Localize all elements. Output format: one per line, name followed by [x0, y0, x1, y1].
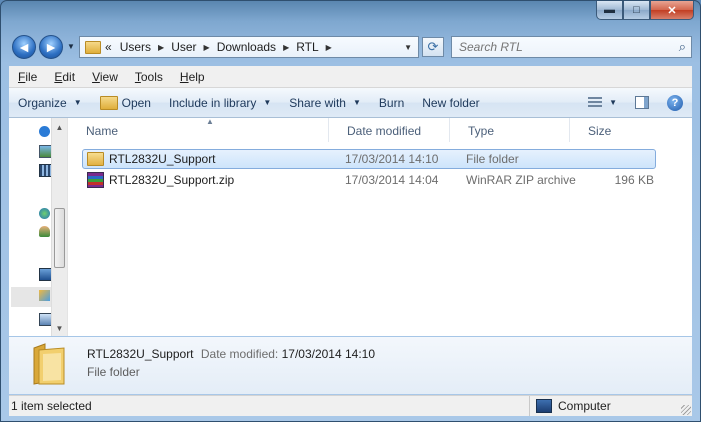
file-name-cell: RTL2832U_Support.zip [83, 172, 345, 188]
music-icon[interactable] [39, 126, 50, 137]
close-button[interactable]: ✕ [650, 1, 694, 20]
chevron-down-icon: ▼ [352, 98, 361, 107]
help-icon: ? [667, 94, 683, 111]
chevron-right-icon[interactable]: ▶ [201, 43, 213, 52]
menu-bar: File Edit View Tools Help [9, 66, 692, 88]
column-header-name[interactable]: Name [68, 118, 329, 142]
selection-status: 1 item selected [11, 399, 92, 413]
computer-icon [536, 399, 552, 413]
address-bar[interactable]: « Users ▶ User ▶ Downloads ▶ RTL ▶ ▼ [79, 36, 419, 58]
folder-icon [87, 152, 104, 166]
command-bar: Organize ▼ Open Include in library ▼ Share… [9, 88, 692, 118]
folder-icon [85, 40, 101, 54]
open-folder-icon [99, 95, 118, 110]
chevron-down-icon[interactable]: ▼ [398, 43, 418, 52]
menu-edit[interactable]: Edit [45, 70, 83, 84]
explorer-window: ▬ □ ✕ ◄ ► ▼ « Users ▶ User ▶ Downloads ▶… [0, 0, 701, 422]
search-box[interactable]: ⌕ [451, 36, 692, 58]
file-list: ▲ Name Date modified Type Size RTL2832U_… [68, 117, 692, 336]
local-disk-icon[interactable] [39, 290, 50, 301]
menu-help[interactable]: Help [171, 70, 213, 84]
details-pane: RTL2832U_Support Date modified: 17/03/20… [9, 337, 692, 394]
burn-button[interactable]: Burn [370, 96, 413, 110]
change-view-button[interactable]: ▼ [579, 96, 626, 109]
homegroup-icon[interactable] [39, 208, 50, 219]
navigation-pane: ▲ ▼ [9, 118, 68, 336]
new-folder-button[interactable]: New folder [413, 96, 488, 110]
breadcrumb: « Users ▶ User ▶ Downloads ▶ RTL ▶ [101, 37, 335, 57]
file-type-cell: File folder [466, 152, 519, 166]
scroll-up-icon[interactable]: ▲ [52, 120, 67, 135]
large-folder-icon [33, 343, 65, 385]
share-with-button[interactable]: Share with ▼ [280, 96, 370, 110]
content-area: ▲ ▼ ▲ Name Date modified Type Size RTL28… [9, 117, 692, 336]
minimize-icon: ▬ [604, 4, 615, 16]
file-type-cell: WinRAR ZIP archive [466, 173, 576, 187]
breadcrumb-user[interactable]: User [167, 40, 200, 54]
refresh-button[interactable]: ⟳ [422, 37, 444, 57]
scroll-down-icon[interactable]: ▼ [52, 321, 67, 336]
details-date-value: 17/03/2014 14:10 [281, 347, 376, 361]
menu-file[interactable]: File [9, 70, 45, 84]
details-title: RTL2832U_Support Date modified: 17/03/20… [87, 347, 375, 361]
forward-arrow-icon: ► [44, 39, 58, 55]
column-header-date-modified[interactable]: Date modified [329, 118, 450, 142]
open-button[interactable]: Open [91, 95, 160, 110]
menu-tools[interactable]: Tools [126, 70, 171, 84]
forward-button[interactable]: ► [39, 35, 63, 59]
recent-pages-dropdown[interactable]: ▼ [67, 42, 75, 51]
maximize-button[interactable]: □ [623, 1, 650, 20]
close-icon: ✕ [667, 4, 677, 17]
breadcrumb-downloads[interactable]: Downloads [213, 40, 280, 54]
back-arrow-icon: ◄ [17, 39, 31, 55]
column-header-size[interactable]: Size [570, 118, 650, 142]
breadcrumb-rtl[interactable]: RTL [292, 40, 322, 54]
minimize-button[interactable]: ▬ [596, 1, 623, 20]
search-input[interactable] [452, 39, 661, 55]
organize-button[interactable]: Organize ▼ [9, 96, 91, 110]
help-button[interactable]: ? [658, 94, 692, 111]
chevron-right-icon[interactable]: ▶ [323, 43, 335, 52]
details-view-icon [588, 96, 603, 109]
resize-grip[interactable] [681, 405, 691, 415]
location-status: Computer [529, 396, 611, 416]
file-name-cell: RTL2832U_Support [83, 152, 345, 166]
chevron-down-icon: ▼ [73, 98, 82, 107]
file-date-cell: 17/03/2014 14:04 [345, 173, 439, 187]
file-date-cell: 17/03/2014 14:10 [345, 152, 439, 166]
column-headers: Name Date modified Type Size [68, 118, 692, 142]
maximize-icon: □ [633, 4, 640, 16]
details-date-label: Date modified: [200, 347, 279, 361]
back-button[interactable]: ◄ [12, 35, 36, 59]
table-row[interactable]: RTL2832U_Support.zip 17/03/2014 14:04 Wi… [82, 170, 656, 190]
chevron-down-icon: ▼ [263, 98, 272, 107]
menu-view[interactable]: View [83, 70, 126, 84]
chevron-right-icon[interactable]: ▶ [280, 43, 292, 52]
winrar-zip-icon [87, 172, 104, 188]
table-row[interactable]: RTL2832U_Support 17/03/2014 14:10 File f… [82, 149, 656, 169]
preview-pane-button[interactable] [626, 96, 658, 109]
search-icon[interactable]: ⌕ [679, 39, 686, 55]
details-file-type: File folder [87, 365, 140, 379]
refresh-icon: ⟳ [427, 39, 439, 54]
scroll-thumb[interactable] [54, 208, 65, 268]
file-size-cell: 196 KB [614, 173, 654, 187]
preview-pane-icon [635, 96, 649, 109]
navigation-row: ◄ ► ▼ « Users ▶ User ▶ Downloads ▶ RTL ▶… [1, 34, 700, 60]
column-header-type[interactable]: Type [450, 118, 570, 142]
chevron-right-icon[interactable]: ▶ [155, 43, 167, 52]
nav-pane-scrollbar[interactable]: ▲ ▼ [51, 118, 67, 336]
status-bar: 1 item selected Computer [9, 395, 692, 416]
breadcrumb-users[interactable]: Users [116, 40, 155, 54]
chevron-down-icon: ▼ [609, 98, 617, 107]
details-file-name: RTL2832U_Support [87, 347, 194, 361]
user-icon[interactable] [39, 226, 50, 237]
location-label: Computer [558, 399, 611, 413]
include-in-library-button[interactable]: Include in library ▼ [160, 96, 280, 110]
breadcrumb-overflow[interactable]: « [101, 40, 116, 54]
caption-buttons: ▬ □ ✕ [596, 1, 694, 21]
